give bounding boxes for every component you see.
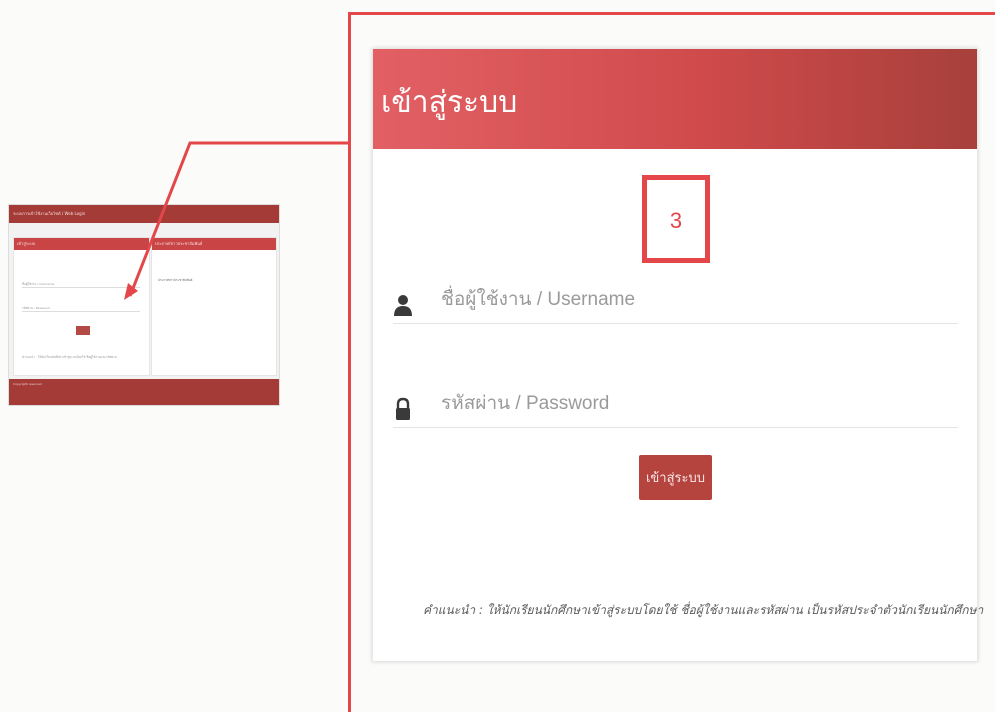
login-hint: คำแนะนำ : ให้นักเรียนนักศึกษาเข้าสู่ระบบ… [423, 603, 984, 617]
username-input[interactable] [439, 279, 953, 321]
login-title: เข้าสู่ระบบ [381, 85, 518, 120]
callout-arrow-head [124, 283, 138, 300]
step-number: 3 [669, 208, 683, 233]
step-annotation-box: 3 [642, 175, 710, 263]
password-input[interactable] [439, 383, 953, 425]
username-field[interactable] [393, 279, 958, 324]
callout-connector-line [128, 141, 348, 297]
password-field[interactable] [393, 383, 958, 428]
login-card: เข้าสู่ระบบ เข้าสู่ระบบ คำแนะนำ : ให้นัก… [372, 48, 984, 662]
user-icon [394, 295, 412, 316]
login-button[interactable]: เข้าสู่ระบบ [639, 455, 712, 500]
lock-icon [396, 397, 410, 420]
login-card-header: เข้าสู่ระบบ [373, 49, 977, 149]
